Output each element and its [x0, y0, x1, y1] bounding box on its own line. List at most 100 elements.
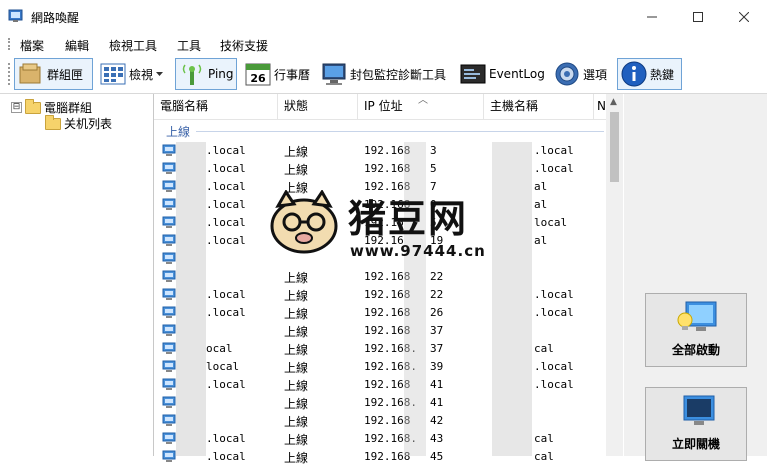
- folder-icon: [25, 98, 41, 114]
- group-divider: [196, 131, 604, 132]
- eventlog-icon: [460, 64, 486, 84]
- row-hostname: cal: [534, 432, 554, 445]
- table-row[interactable]: .local 上線 192.168 7 al: [154, 178, 606, 196]
- table-row[interactable]: .local 上線 192.168 41 .local: [154, 376, 606, 394]
- table-row[interactable]: [154, 250, 606, 268]
- table-row[interactable]: .local 上線 192.168 5 .local: [154, 160, 606, 178]
- row-computer-name: .local: [206, 198, 246, 211]
- table-row[interactable]: .local 上線 192.168 0 al: [154, 196, 606, 214]
- row-ip-tail: 3: [430, 144, 437, 157]
- packet-tool-button[interactable]: 封包監控診斷工具: [318, 58, 453, 90]
- column-extra[interactable]: N: [594, 94, 606, 119]
- scroll-thumb[interactable]: [610, 112, 619, 182]
- table-row[interactable]: .local 上線 192.16 5 local: [154, 214, 606, 232]
- packet-tool-label: 封包監控診斷工具: [350, 67, 447, 82]
- computer-icon: [162, 396, 176, 408]
- table-row[interactable]: ocal 上線 192.168. 37 cal: [154, 340, 606, 358]
- menu-tools[interactable]: 工具: [177, 37, 201, 54]
- close-button[interactable]: [721, 0, 767, 33]
- row-status: 上線: [284, 307, 309, 321]
- hotkey-label: 熱鍵: [650, 67, 675, 82]
- options-button[interactable]: 選項: [551, 58, 613, 90]
- computer-icon: [162, 234, 176, 246]
- table-row[interactable]: .local 上線 192.168. 43 cal: [154, 430, 606, 448]
- group-button[interactable]: 群組匣: [14, 58, 93, 90]
- tree-root-label: 電腦群組: [44, 101, 93, 115]
- row-ip-tail: 7: [430, 180, 437, 193]
- column-hostname[interactable]: 主機名稱: [484, 94, 594, 119]
- menu-support[interactable]: 技術支援: [220, 37, 268, 54]
- menu-view-tools[interactable]: 檢視工具: [109, 37, 157, 54]
- table-row[interactable]: local 上線 192.168. 39 .local: [154, 358, 606, 376]
- row-hostname: .local: [534, 360, 574, 373]
- row-computer-name: .local: [206, 288, 246, 301]
- table-row[interactable]: .local 上線 192.168 45 cal: [154, 448, 606, 466]
- column-status[interactable]: 狀態: [278, 94, 358, 119]
- info-icon: [621, 61, 647, 87]
- table-row[interactable]: 上線 192.168. 41: [154, 394, 606, 412]
- table-row[interactable]: 上線 192.168 37: [154, 322, 606, 340]
- wake-all-button[interactable]: 全部啟動: [645, 293, 747, 367]
- computer-icon: [162, 252, 176, 264]
- row-ip-tail: 41: [430, 378, 444, 391]
- scroll-up-icon[interactable]: ▲: [610, 97, 617, 107]
- row-hostname: .local: [534, 288, 574, 301]
- eventlog-button[interactable]: EventLog: [457, 58, 549, 90]
- column-computer-name[interactable]: 電腦名稱: [154, 94, 278, 119]
- row-status: 上線: [284, 271, 309, 285]
- row-status: 上線: [284, 145, 309, 159]
- tree-child[interactable]: 关机列表: [45, 114, 112, 132]
- list-header: 電腦名稱 狀態 IP 位址 ︿ 主機名稱 N: [154, 94, 606, 120]
- row-status: 上線: [284, 451, 309, 465]
- row-ip-tail: 43: [430, 432, 444, 445]
- collapse-icon[interactable]: ⊟: [11, 102, 22, 113]
- row-ip-tail: 26: [430, 306, 444, 319]
- row-computer-name: ocal: [206, 342, 233, 355]
- computer-icon: [162, 216, 176, 228]
- view-button[interactable]: 檢視: [97, 58, 173, 90]
- chevron-down-icon: [156, 71, 164, 76]
- table-row[interactable]: .local 上線 192.168 3 .local: [154, 142, 606, 160]
- row-status: 上線: [284, 343, 309, 357]
- ping-button[interactable]: Ping: [175, 58, 237, 90]
- row-status: 上線: [284, 163, 309, 177]
- table-row[interactable]: 上線 192.168 42: [154, 412, 606, 430]
- calendar-button[interactable]: 26 行事曆: [242, 58, 315, 90]
- tree-root[interactable]: ⊟ 電腦群組: [11, 98, 93, 116]
- minimize-button[interactable]: [629, 0, 675, 33]
- menu-bar: 檔案 編輯 檢視工具 工具 技術支援: [0, 33, 767, 55]
- shutdown-now-button[interactable]: 立即關機: [645, 387, 747, 461]
- menu-file[interactable]: 檔案: [20, 37, 44, 54]
- row-hostname: al: [534, 180, 548, 193]
- row-status: 上線: [284, 325, 309, 339]
- row-computer-name: .local: [206, 306, 246, 319]
- row-status: 上線: [284, 289, 309, 303]
- row-ip-tail: 37: [430, 324, 444, 337]
- row-hostname: cal: [534, 450, 554, 463]
- monitor-shutdown-icon: [683, 395, 715, 425]
- table-row[interactable]: .local 上線 192.168 22 .local: [154, 286, 606, 304]
- hotkey-button[interactable]: 熱鍵: [617, 58, 682, 90]
- row-ip-tail: 19: [430, 234, 444, 247]
- computer-icon: [162, 414, 176, 426]
- row-ip-tail: 22: [430, 288, 444, 301]
- row-computer-name: .local: [206, 216, 246, 229]
- redaction-block: [176, 142, 206, 456]
- menu-edit[interactable]: 編輯: [65, 37, 89, 54]
- row-ip-tail: 37: [430, 342, 444, 355]
- row-hostname: local: [534, 216, 568, 229]
- row-ip: 192.16: [364, 234, 404, 247]
- table-row[interactable]: .local 上線 192.168 26 .local: [154, 304, 606, 322]
- computer-icon: [162, 180, 176, 192]
- row-hostname: al: [534, 234, 548, 247]
- row-hostname: .local: [534, 162, 574, 175]
- table-row[interactable]: .local 上線 192.16 19 al: [154, 232, 606, 250]
- maximize-button[interactable]: [675, 0, 721, 33]
- row-hostname: .local: [534, 144, 574, 157]
- table-row[interactable]: 上線 192.168 22: [154, 268, 606, 286]
- monitor-bulb-icon: [677, 301, 717, 331]
- minimize-icon: [647, 16, 657, 17]
- row-status: 上線: [284, 217, 309, 231]
- row-status: 上線: [284, 235, 309, 249]
- vertical-scrollbar[interactable]: ▲: [606, 94, 623, 456]
